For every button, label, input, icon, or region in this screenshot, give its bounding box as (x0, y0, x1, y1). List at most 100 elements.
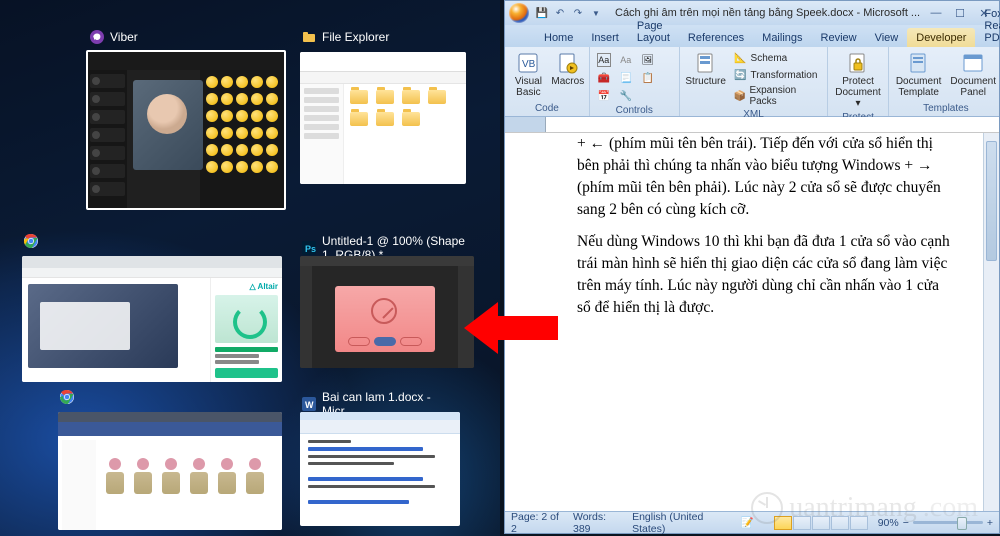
status-bar: Page: 2 of 2 Words: 389 English (United … (505, 511, 999, 533)
ribbon-group-controls: Aa Aa 🖼 🧰 📃 📋 📅 🔧 Controls (590, 47, 680, 116)
tile-thumbnail: △ Altair (22, 256, 282, 382)
view-buttons (774, 516, 868, 530)
tab-home[interactable]: Home (535, 28, 582, 47)
transformation-icon: 🔄 (734, 68, 748, 82)
transformation-button[interactable]: 🔄Transformation (731, 67, 824, 83)
office-button[interactable] (509, 3, 529, 23)
structure-button[interactable]: Structure (684, 49, 728, 89)
visual-basic-icon: VB (516, 51, 540, 75)
control-datepicker[interactable]: 📅 (594, 88, 614, 104)
properties-icon: 🔧 (619, 89, 633, 103)
status-language[interactable]: English (United States) (632, 511, 731, 535)
maximize-button[interactable]: ☐ (949, 5, 971, 21)
view-draft[interactable] (850, 516, 868, 530)
control-dropdown[interactable]: 📋 (638, 70, 658, 86)
chrome-icon (24, 234, 38, 248)
view-web-layout[interactable] (812, 516, 830, 530)
chrome-icon (60, 390, 74, 404)
macros-button[interactable]: Macros (551, 49, 585, 89)
macros-icon (556, 51, 580, 75)
dropdown-icon: 📋 (641, 71, 655, 85)
tab-view[interactable]: View (866, 28, 908, 47)
picture-icon: 🖼 (641, 53, 655, 67)
qat-undo[interactable]: ↶ (553, 6, 567, 20)
document-area[interactable]: + ← (phím mũi tên bên trái). Tiếp đến vớ… (505, 133, 999, 511)
lock-icon (846, 51, 870, 75)
control-picture[interactable]: 🖼 (638, 52, 658, 68)
taskview-tile-chrome-2[interactable] (56, 410, 284, 532)
status-page[interactable]: Page: 2 of 2 (511, 511, 563, 535)
svg-text:Ps: Ps (305, 244, 316, 254)
control-combobox[interactable]: 📃 (616, 70, 636, 86)
view-print-layout[interactable] (774, 516, 792, 530)
word-window: 💾 ↶ ↷ ▼ Cách ghi âm trên mọi nền tảng bằ… (504, 0, 1000, 534)
tab-page-layout[interactable]: Page Layout (628, 16, 679, 47)
tile-label: File Explorer (322, 30, 389, 44)
combobox-icon: 📃 (619, 71, 633, 85)
zoom-out-button[interactable]: − (903, 517, 909, 529)
tile-label: Viber (110, 30, 138, 44)
ruler[interactable] (505, 117, 999, 133)
svg-text:W: W (305, 400, 314, 410)
control-plaintext[interactable]: Aa (616, 52, 636, 68)
toolbox-icon: 🧰 (597, 71, 611, 85)
qat-dropdown-icon[interactable]: ▼ (589, 6, 603, 20)
word-icon: W (302, 397, 316, 411)
tab-foxit[interactable]: Foxit Reader PDF (975, 4, 1000, 47)
tab-references[interactable]: References (679, 28, 753, 47)
scrollbar-thumb[interactable] (986, 141, 997, 261)
taskview-tile-chrome-1[interactable]: △ Altair (20, 254, 284, 384)
calendar-icon: 📅 (597, 89, 611, 103)
schema-icon: 📐 (734, 51, 748, 65)
ribbon-group-protect: Protect Document ▾ Protect (828, 47, 889, 116)
ribbon-group-templates: Document Template Document Panel Templat… (889, 47, 1000, 116)
control-legacy[interactable]: 🧰 (594, 70, 614, 86)
minimize-button[interactable]: — (925, 5, 947, 21)
template-icon (907, 51, 931, 75)
panel-icon (961, 51, 985, 75)
task-view: Viber File Explorer (0, 0, 500, 536)
tile-thumbnail (88, 52, 284, 208)
status-trackchanges-icon[interactable]: 📝 (741, 516, 754, 529)
taskview-tile-photoshop[interactable]: Ps Untitled-1 @ 100% (Shape 1, RGB/8) * (298, 254, 476, 370)
qat-save[interactable]: 💾 (535, 6, 549, 20)
tab-review[interactable]: Review (812, 28, 866, 47)
ribbon: VB Visual Basic Macros Code Aa Aa 🖼 🧰 📃 … (505, 47, 999, 117)
zoom-in-button[interactable]: + (987, 517, 993, 529)
titlebar[interactable]: 💾 ↶ ↷ ▼ Cách ghi âm trên mọi nền tảng bằ… (505, 1, 999, 25)
document-template-button[interactable]: Document Template (893, 49, 945, 100)
control-richtext[interactable]: Aa (594, 52, 614, 68)
status-words[interactable]: Words: 389 (573, 511, 622, 535)
visual-basic-button[interactable]: VB Visual Basic (509, 49, 548, 100)
paragraph-2[interactable]: Nếu dùng Windows 10 thì khi bạn đã đưa 1… (577, 231, 955, 319)
taskview-tile-viber[interactable]: Viber (86, 50, 286, 210)
taskview-tile-file-explorer[interactable]: File Explorer (298, 50, 468, 186)
document-panel-button[interactable]: Document Panel (947, 49, 999, 100)
tile-thumbnail (58, 412, 282, 530)
ribbon-group-xml: Structure 📐Schema 🔄Transformation 📦Expan… (680, 47, 828, 116)
tile-thumbnail (300, 412, 460, 526)
vertical-scrollbar[interactable] (983, 133, 999, 511)
tile-thumbnail (300, 256, 474, 368)
tab-mailings[interactable]: Mailings (753, 28, 811, 47)
svg-text:VB: VB (522, 59, 536, 70)
quick-access-toolbar: 💾 ↶ ↷ ▼ (535, 6, 603, 20)
qat-redo[interactable]: ↷ (571, 6, 585, 20)
structure-icon (694, 51, 718, 75)
expansion-packs-button[interactable]: 📦Expansion Packs (731, 84, 824, 108)
protect-document-button[interactable]: Protect Document ▾ (832, 49, 884, 111)
paragraph-1[interactable]: + ← (phím mũi tên bên trái). Tiếp đến vớ… (577, 133, 955, 221)
view-full-screen[interactable] (793, 516, 811, 530)
tab-developer[interactable]: Developer (907, 28, 975, 47)
document-page[interactable]: + ← (phím mũi tên bên trái). Tiếp đến vớ… (505, 133, 983, 511)
viber-icon (90, 30, 104, 44)
zoom-slider[interactable] (913, 521, 983, 524)
tab-insert[interactable]: Insert (582, 28, 628, 47)
zoom-value[interactable]: 90% (878, 517, 899, 529)
schema-button[interactable]: 📐Schema (731, 50, 824, 66)
view-outline[interactable] (831, 516, 849, 530)
taskview-tile-word-2[interactable]: W Bai can lam 1.docx - Micr... (298, 410, 462, 528)
desktop-taskview-area: Viber File Explorer (0, 0, 500, 536)
expansion-icon: 📦 (734, 89, 747, 103)
control-properties[interactable]: 🔧 (616, 88, 636, 104)
